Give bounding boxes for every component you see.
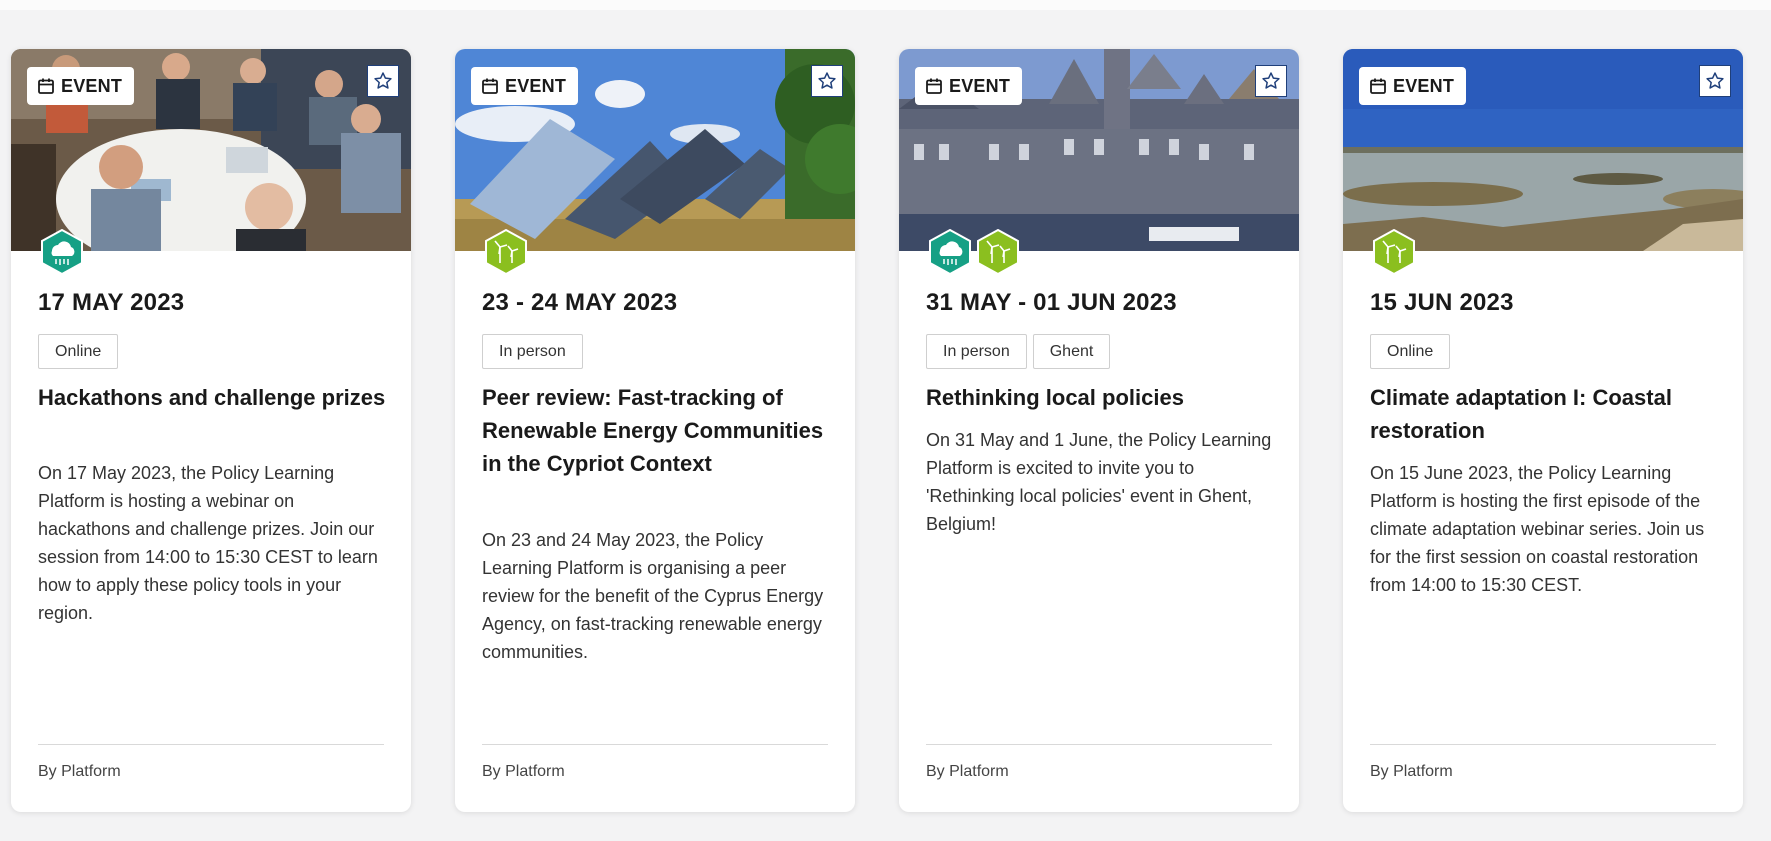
- event-image-ghent[interactable]: EVENT: [899, 49, 1299, 251]
- event-tags: In person Ghent: [926, 334, 1111, 369]
- event-card[interactable]: EVENT 15 JUN 2023 Online Climate adaptat…: [1343, 49, 1743, 812]
- event-author: By Platform: [1370, 763, 1453, 780]
- star-icon: [818, 72, 836, 89]
- event-image-solar[interactable]: EVENT: [455, 49, 855, 251]
- event-card[interactable]: EVENT 23 - 24 MAY 2023 In person Peer re…: [455, 49, 855, 812]
- event-description: On 17 May 2023, the Policy Learning Plat…: [38, 463, 378, 623]
- event-tag: Ghent: [1032, 334, 1111, 369]
- event-type-badge: EVENT: [471, 67, 579, 105]
- top-band: [0, 0, 1771, 10]
- event-image-coast[interactable]: EVENT: [1343, 49, 1743, 251]
- climate-topic-icon[interactable]: [39, 229, 85, 275]
- event-title[interactable]: Peer review: Fast-tracking of Renewable …: [482, 381, 832, 480]
- event-tags: In person: [482, 334, 583, 369]
- event-image-meeting[interactable]: EVENT: [11, 49, 411, 251]
- event-type-badge: EVENT: [915, 67, 1023, 105]
- event-description: On 15 June 2023, the Policy Learning Pla…: [1370, 463, 1705, 595]
- event-tag: Online: [1370, 334, 1451, 369]
- event-type-label: EVENT: [1393, 75, 1455, 96]
- calendar-icon: [482, 78, 498, 94]
- event-card-grid: EVENT 17 MAY 2023 Online Hackathons and …: [11, 49, 1745, 812]
- topic-icons: [1371, 229, 1417, 275]
- favourite-button[interactable]: [811, 65, 843, 97]
- card-divider: [1370, 744, 1716, 745]
- event-title[interactable]: Hackathons and challenge prizes: [38, 381, 388, 414]
- event-type-label: EVENT: [61, 75, 123, 96]
- event-type-label: EVENT: [505, 75, 567, 96]
- event-author: By Platform: [38, 763, 121, 780]
- event-tags: Online: [1370, 334, 1451, 369]
- event-date: 17 MAY 2023: [38, 289, 185, 316]
- event-card[interactable]: EVENT 17 MAY 2023 Online Hackathons and …: [11, 49, 411, 812]
- calendar-icon: [926, 78, 942, 94]
- event-tag: Online: [38, 334, 119, 369]
- topic-icons: [927, 229, 1021, 275]
- climate-topic-icon[interactable]: [927, 229, 973, 275]
- favourite-button[interactable]: [1255, 65, 1287, 97]
- card-divider: [926, 744, 1272, 745]
- event-type-badge: EVENT: [1359, 67, 1467, 105]
- star-icon: [374, 72, 392, 89]
- event-type-label: EVENT: [949, 75, 1011, 96]
- event-type-badge: EVENT: [27, 67, 135, 105]
- calendar-icon: [1370, 78, 1386, 94]
- event-tags: Online: [38, 334, 119, 369]
- event-title[interactable]: Climate adaptation I: Coastal restoratio…: [1370, 381, 1720, 447]
- event-tag: In person: [482, 334, 583, 369]
- event-date: 15 JUN 2023: [1370, 289, 1514, 316]
- energy-topic-icon[interactable]: [975, 229, 1021, 275]
- star-icon: [1706, 72, 1724, 89]
- event-card[interactable]: EVENT 31 MAY - 01 JUN 2023 In person Ghe…: [899, 49, 1299, 812]
- energy-topic-icon[interactable]: [1371, 229, 1417, 275]
- topic-icons: [39, 229, 85, 275]
- event-author: By Platform: [482, 763, 565, 780]
- card-divider: [482, 744, 828, 745]
- event-date: 23 - 24 MAY 2023: [482, 289, 678, 316]
- favourite-button[interactable]: [1699, 65, 1731, 97]
- topic-icons: [483, 229, 529, 275]
- event-author: By Platform: [926, 763, 1009, 780]
- event-tag: In person: [926, 334, 1027, 369]
- event-title[interactable]: Rethinking local policies: [926, 381, 1276, 414]
- energy-topic-icon[interactable]: [483, 229, 529, 275]
- favourite-button[interactable]: [367, 65, 399, 97]
- event-date: 31 MAY - 01 JUN 2023: [926, 289, 1177, 316]
- card-divider: [38, 744, 384, 745]
- calendar-icon: [38, 78, 54, 94]
- event-description: On 31 May and 1 June, the Policy Learnin…: [926, 430, 1272, 534]
- star-icon: [1262, 72, 1280, 89]
- event-description: On 23 and 24 May 2023, the Policy Learni…: [482, 530, 824, 662]
